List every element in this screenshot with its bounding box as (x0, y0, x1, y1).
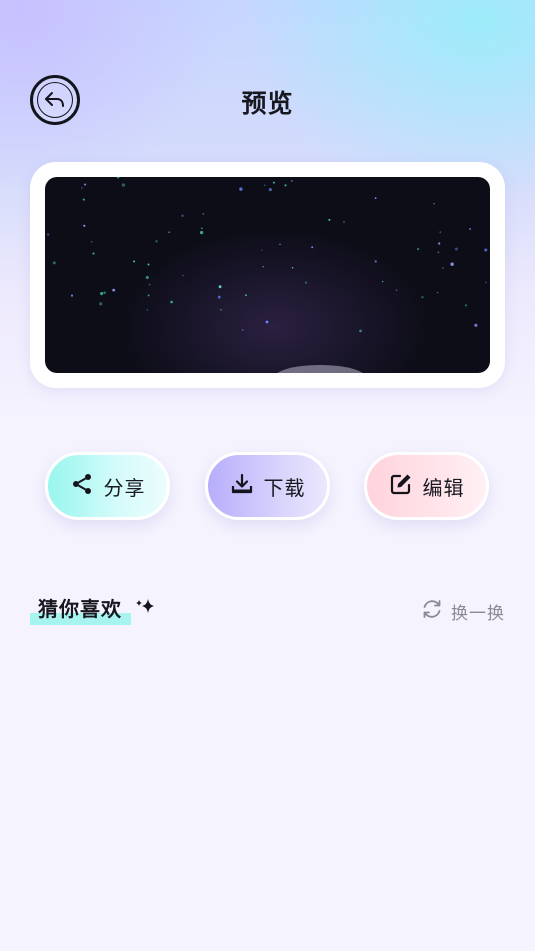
recommend-title: 猜你喜欢 (38, 597, 122, 621)
star-dot (261, 249, 263, 251)
star-dot (218, 285, 222, 289)
refresh-icon (421, 598, 443, 624)
sparkle-icon (135, 598, 155, 618)
star-dot (265, 320, 269, 324)
star-dot (182, 274, 184, 277)
star-dot (170, 300, 173, 304)
share-label: 分享 (103, 475, 146, 500)
star-dot (437, 251, 440, 254)
star-dot (220, 309, 222, 311)
star-dot (290, 179, 293, 182)
star-dot (70, 294, 74, 297)
star-dot (147, 263, 150, 266)
star-dot (454, 247, 458, 251)
star-dot (263, 184, 266, 187)
star-dot (439, 231, 442, 233)
share-icon (70, 472, 94, 500)
star-dot (82, 198, 85, 201)
star-dot (284, 184, 287, 187)
star-dot (146, 309, 149, 311)
star-dot (168, 231, 171, 234)
edit-icon (389, 472, 413, 500)
star-dot (112, 288, 116, 292)
star-dot (52, 261, 56, 265)
star-dot (469, 227, 472, 231)
star-dot (438, 242, 441, 245)
star-dot (421, 295, 424, 299)
star-dot (464, 304, 468, 307)
star-dot (83, 224, 86, 227)
share-button[interactable]: 分享 (45, 452, 170, 520)
star-dot (304, 281, 308, 284)
star-dot (268, 188, 272, 192)
star-dot (100, 292, 104, 296)
star-dot (90, 240, 93, 243)
star-dot (279, 243, 281, 246)
star-dot (99, 302, 103, 306)
star-dot (442, 267, 444, 269)
star-dot (147, 294, 150, 297)
star-dot (145, 275, 149, 280)
star-dot (328, 218, 331, 221)
star-dot (359, 329, 362, 333)
star-dot (239, 187, 243, 191)
star-dot (374, 197, 377, 199)
star-dot (241, 329, 244, 331)
star-dot (121, 183, 126, 187)
star-dot (485, 281, 487, 284)
star-dot (484, 248, 488, 252)
preview-image[interactable] (45, 177, 490, 373)
star-dot (81, 187, 83, 189)
page-title: 预览 (241, 89, 294, 118)
figure-silhouette (277, 365, 363, 373)
star-dot (155, 240, 158, 243)
star-dot (437, 291, 439, 294)
star-dot (291, 266, 294, 269)
star-dot (262, 265, 264, 268)
star-dot (244, 294, 247, 297)
action-bar: 分享 下载 编辑 (0, 452, 535, 520)
preview-card (30, 162, 505, 388)
star-dot (92, 252, 95, 255)
star-dot (450, 262, 454, 266)
star-dot (395, 289, 398, 292)
download-icon (230, 472, 254, 500)
star-dot (116, 177, 120, 179)
star-dot (417, 248, 420, 251)
star-dot (343, 221, 345, 223)
star-dot (217, 295, 221, 299)
star-dot (201, 227, 203, 230)
star-dot (374, 260, 377, 263)
star-dot (311, 246, 314, 249)
star-dot (148, 283, 151, 286)
download-label: 下载 (263, 475, 306, 500)
star-dot (46, 233, 50, 236)
refresh-label: 换一换 (451, 603, 505, 624)
edit-button[interactable]: 编辑 (364, 452, 489, 520)
star-dot (103, 291, 106, 295)
star-dot (272, 181, 275, 184)
star-dot (381, 280, 384, 283)
edit-label: 编辑 (422, 475, 465, 500)
star-dot (199, 230, 204, 235)
refresh-button[interactable]: 换一换 (421, 598, 505, 624)
star-dot (181, 214, 184, 217)
star-dot (202, 212, 205, 215)
star-dot (133, 260, 136, 263)
star-dot (433, 203, 435, 205)
star-dot (474, 323, 478, 327)
star-dot (84, 183, 87, 186)
recommend-header: 猜你喜欢 (30, 593, 131, 627)
download-button[interactable]: 下载 (205, 452, 330, 520)
